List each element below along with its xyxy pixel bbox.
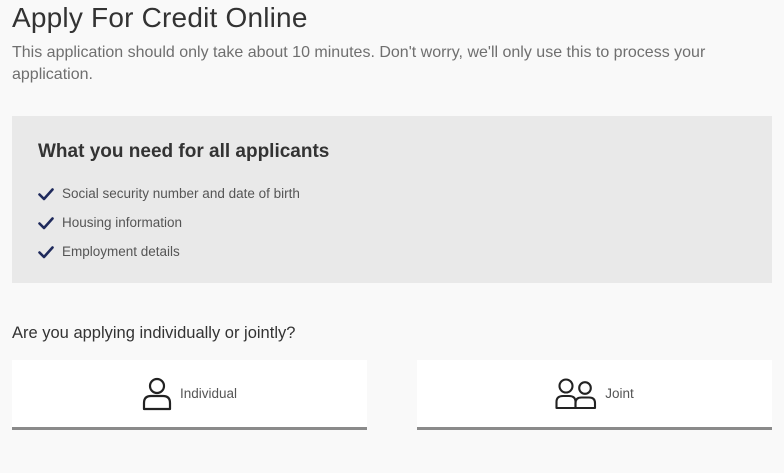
requirements-panel: What you need for all applicants Social … [12, 116, 772, 283]
requirement-item: Housing information [38, 208, 300, 237]
requirement-label: Housing information [62, 215, 183, 230]
requirement-item: Employment details [38, 237, 300, 266]
check-icon [38, 245, 54, 258]
requirements-heading: What you need for all applicants [38, 141, 330, 162]
person-icon [142, 377, 172, 410]
applicant-type-question: Are you applying individually or jointly… [12, 324, 296, 342]
requirement-label: Employment details [62, 244, 180, 259]
requirements-list: Social security number and date of birth… [38, 179, 300, 266]
check-icon [38, 187, 54, 200]
credit-application-page: Apply For Credit Online This application… [0, 0, 784, 473]
individual-option-button[interactable]: Individual [12, 360, 367, 430]
page-title: Apply For Credit Online [12, 2, 308, 33]
page-subtitle: This application should only take about … [12, 44, 706, 83]
requirement-item: Social security number and date of birth [38, 179, 300, 208]
individual-option-label: Individual [179, 386, 238, 401]
joint-option-button[interactable]: Joint [417, 360, 772, 430]
two-people-icon [555, 377, 597, 409]
check-icon [38, 216, 54, 229]
requirement-label: Social security number and date of birth [62, 186, 300, 201]
joint-option-label: Joint [605, 386, 634, 401]
